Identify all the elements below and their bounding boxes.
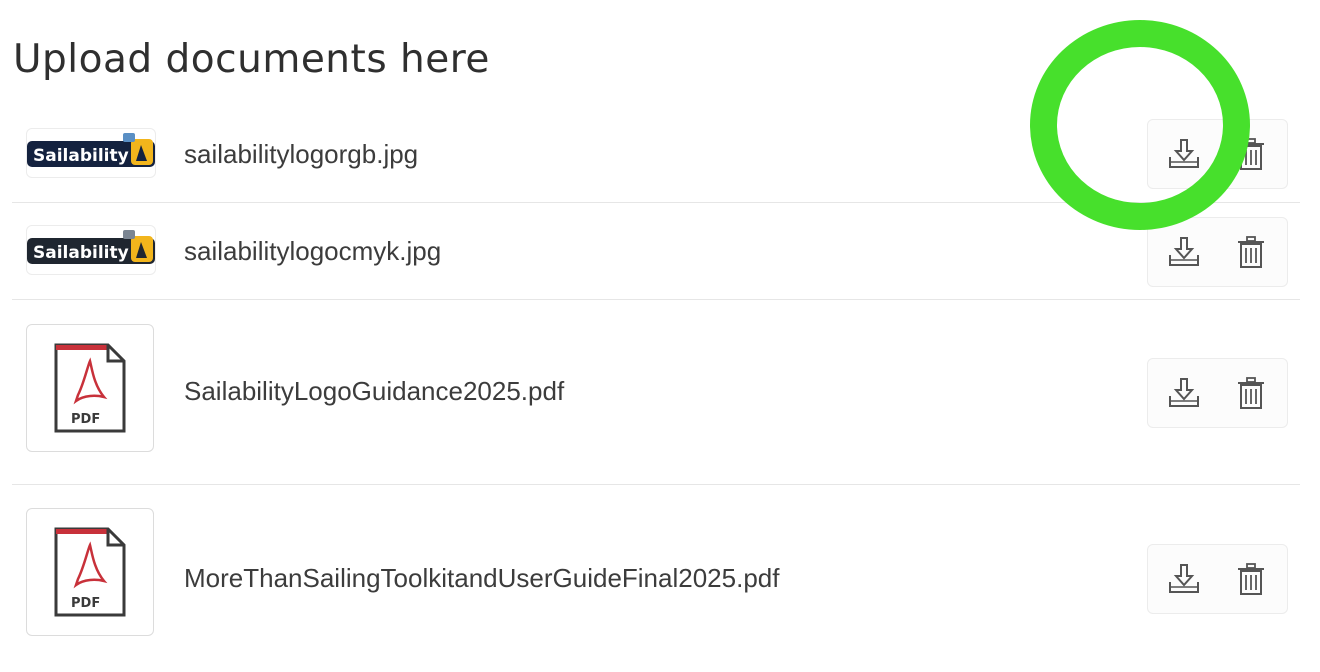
download-icon: [1169, 139, 1199, 168]
document-row: Sailability sailabilitylogocmyk.jpg: [12, 217, 1300, 300]
trash-icon: [1238, 377, 1264, 409]
sailability-logo: Sailability: [27, 230, 155, 264]
pdf-file-icon: PDF: [54, 343, 126, 433]
document-row: Sailability sailabilitylogorgb.jpg: [12, 119, 1300, 203]
download-icon: [1169, 378, 1199, 407]
trash-icon: [1238, 236, 1264, 268]
delete-button[interactable]: [1233, 376, 1269, 410]
trash-icon: [1238, 563, 1264, 595]
pdf-thumbnail[interactable]: PDF: [26, 324, 154, 452]
delete-button[interactable]: [1233, 137, 1269, 171]
file-name[interactable]: sailabilitylogorgb.jpg: [184, 139, 418, 170]
pdf-label: PDF: [71, 412, 100, 427]
download-icon: [1169, 564, 1199, 593]
logo-text: Sailability: [33, 146, 129, 166]
trash-icon: [1238, 138, 1264, 170]
download-button[interactable]: [1166, 562, 1202, 596]
download-icon: [1169, 237, 1199, 266]
page-title: Upload documents here: [13, 37, 490, 82]
pdf-thumbnail[interactable]: PDF: [26, 508, 154, 636]
pdf-file-icon: PDF: [54, 527, 126, 617]
delete-button[interactable]: [1233, 235, 1269, 269]
document-row: PDF SailabilityLogoGuidance2025.pdf: [12, 322, 1300, 485]
sailability-logo: Sailability: [27, 133, 155, 167]
download-button[interactable]: [1166, 235, 1202, 269]
file-name[interactable]: MoreThanSailingToolkitandUserGuideFinal2…: [184, 563, 779, 594]
file-name[interactable]: sailabilitylogocmyk.jpg: [184, 236, 441, 267]
image-thumbnail[interactable]: Sailability: [26, 128, 156, 178]
download-button[interactable]: [1166, 376, 1202, 410]
document-row: PDF MoreThanSailingToolkitandUserGuideFi…: [12, 507, 1300, 637]
file-actions: [1147, 358, 1288, 428]
file-actions: [1147, 544, 1288, 614]
file-actions: [1147, 119, 1288, 189]
image-thumbnail[interactable]: Sailability: [26, 225, 156, 275]
file-name[interactable]: SailabilityLogoGuidance2025.pdf: [184, 376, 564, 407]
file-actions: [1147, 217, 1288, 287]
pdf-label: PDF: [71, 596, 100, 611]
delete-button[interactable]: [1233, 562, 1269, 596]
logo-text: Sailability: [33, 243, 129, 263]
download-button[interactable]: [1166, 137, 1202, 171]
